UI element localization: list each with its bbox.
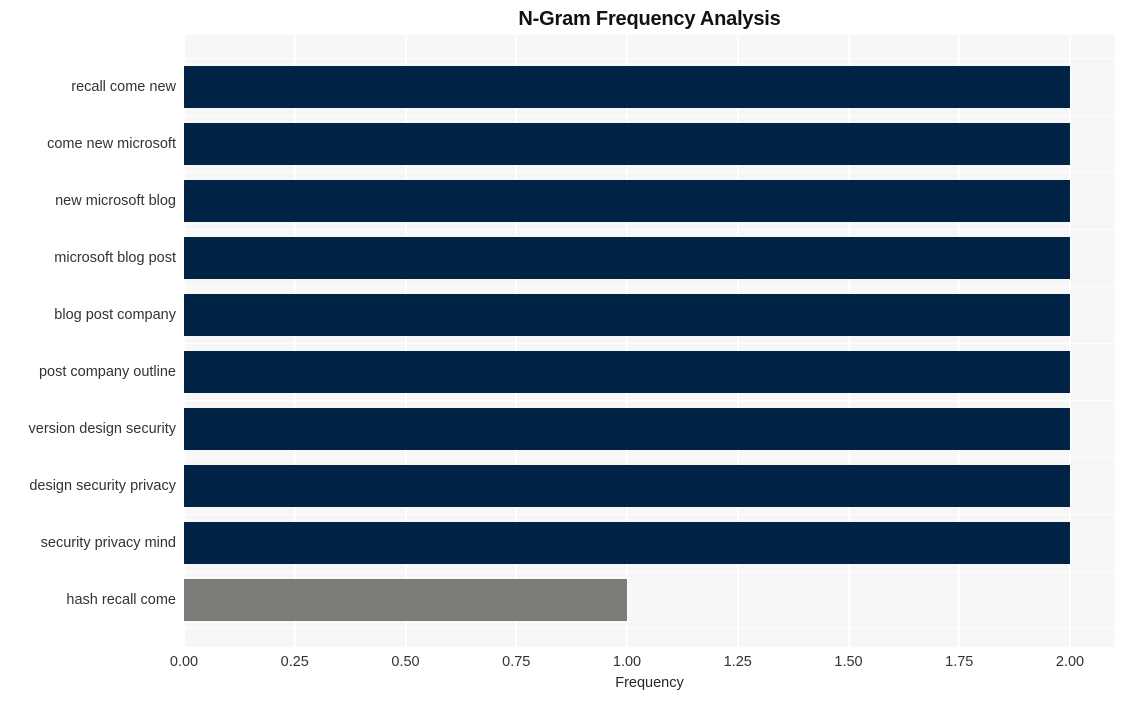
x-axis-tick-label: 0.00 <box>169 654 199 670</box>
horizontal-gridline <box>184 400 1115 401</box>
plot-area <box>184 35 1115 647</box>
bar[interactable] <box>184 522 1070 564</box>
y-axis-tick-label: post company outline <box>38 364 176 380</box>
horizontal-gridline <box>184 172 1115 173</box>
x-axis-tick-label: 1.75 <box>945 654 974 670</box>
chart-title: N-Gram Frequency Analysis <box>518 8 781 30</box>
y-axis-tick-label: come new microsoft <box>47 136 176 152</box>
horizontal-gridline <box>184 457 1115 458</box>
bar[interactable] <box>184 351 1070 393</box>
y-axis-tick-label: security privacy mind <box>40 535 176 551</box>
horizontal-gridline <box>184 571 1115 572</box>
y-axis-tick-label: recall come new <box>71 79 176 95</box>
horizontal-gridline <box>184 343 1115 344</box>
horizontal-gridline <box>184 628 1115 629</box>
y-axis-tick-label: hash recall come <box>66 592 176 608</box>
y-axis-tick-label: new microsoft blog <box>55 193 176 209</box>
x-axis-label: Frequency <box>615 675 684 691</box>
x-axis-tick-label: 0.25 <box>280 654 309 670</box>
y-axis-tick-label: design security privacy <box>29 478 176 494</box>
y-axis-tick-label: version design security <box>28 421 177 437</box>
bar[interactable] <box>184 237 1070 279</box>
horizontal-gridline <box>184 115 1115 116</box>
x-axis-tick-label: 1.50 <box>834 654 863 670</box>
y-axis-tick-labels: recall come new come new microsoft new mic… <box>0 35 177 647</box>
x-axis-tick-label: 1.25 <box>723 654 752 670</box>
bar[interactable] <box>184 465 1070 507</box>
horizontal-gridline <box>184 229 1115 230</box>
x-axis-tick-label: 2.00 <box>1055 654 1085 670</box>
bar[interactable] <box>184 408 1070 450</box>
bar[interactable] <box>184 123 1070 165</box>
x-axis-tick-label: 0.75 <box>502 654 531 670</box>
x-axis-tick-labels: 0.00 0.25 0.50 0.75 1.00 1.25 1.50 1.75 2.00 <box>170 653 1115 675</box>
bar[interactable] <box>184 180 1070 222</box>
horizontal-gridline <box>184 514 1115 515</box>
horizontal-gridline <box>184 58 1115 59</box>
chart-figure: N-Gram Frequency Analysis recall come ne… <box>0 0 1124 701</box>
bar[interactable] <box>184 66 1070 108</box>
bar[interactable] <box>184 294 1070 336</box>
bar[interactable] <box>184 579 627 621</box>
x-axis-tick-label: 1.00 <box>612 654 642 670</box>
x-axis-tick-label: 0.50 <box>391 654 420 670</box>
y-axis-tick-label: microsoft blog post <box>54 250 176 266</box>
y-axis-tick-label: blog post company <box>54 307 176 323</box>
horizontal-gridline <box>184 286 1115 287</box>
